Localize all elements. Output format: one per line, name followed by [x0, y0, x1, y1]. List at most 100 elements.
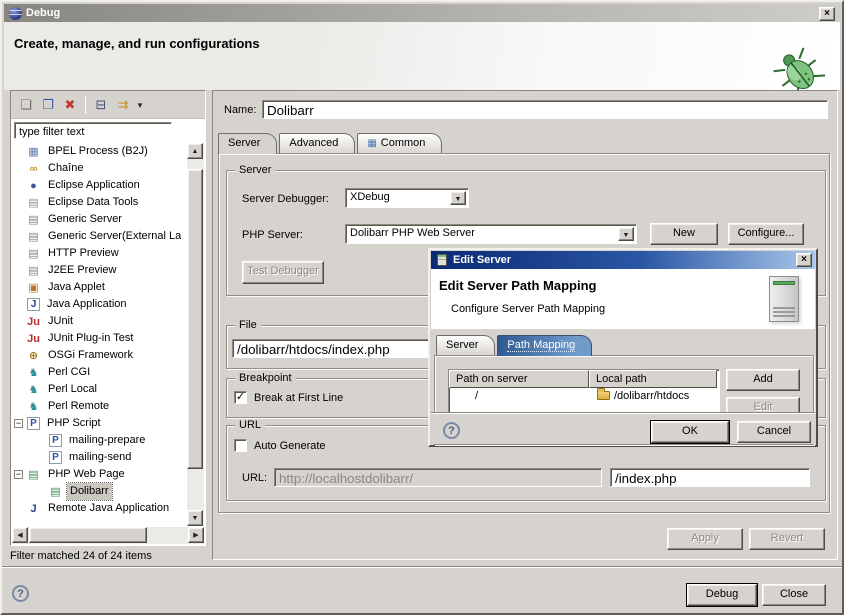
- php-server-combo[interactable]: Dolibarr PHP Web Server ▼: [345, 224, 637, 244]
- tree-item-label: mailing-prepare: [66, 432, 148, 449]
- tree-item-label: J2EE Preview: [45, 262, 119, 279]
- delete-config-icon[interactable]: ✖: [59, 95, 81, 115]
- footer-separator: [2, 566, 842, 568]
- edit-server-titlebar: Edit Server ×: [431, 251, 815, 269]
- horizontal-scroll-thumb[interactable]: [29, 527, 147, 543]
- tab-label: Server: [446, 339, 478, 351]
- window-close-button[interactable]: ×: [819, 7, 835, 21]
- test-debugger-button[interactable]: Test Debugger: [242, 261, 324, 284]
- tree-item[interactable]: ▤Generic Server: [12, 211, 188, 228]
- tree-item[interactable]: JJava Application: [12, 296, 188, 313]
- bpel-process-icon: ▦: [26, 145, 41, 159]
- server-icon: ▤: [26, 213, 41, 227]
- tab-advanced[interactable]: Advanced: [279, 133, 355, 153]
- tree-item[interactable]: ♞Perl Local: [12, 381, 188, 398]
- path-on-server-cell: /: [449, 388, 589, 405]
- binoculars-icon: ∞: [26, 162, 41, 176]
- tree-item[interactable]: ▤Dolibarr: [12, 483, 188, 500]
- tab-common[interactable]: ▦Common: [357, 133, 442, 153]
- tree-item[interactable]: −▤PHP Web Page: [12, 466, 188, 483]
- tree-item[interactable]: ▣Java Applet: [12, 279, 188, 296]
- base-url-input: [274, 468, 602, 487]
- chevron-down-icon[interactable]: ▼: [450, 191, 466, 205]
- help-icon[interactable]: ?: [12, 585, 29, 602]
- scroll-down-icon[interactable]: ▼: [187, 510, 203, 526]
- tree-item[interactable]: ▤Eclipse Data Tools: [12, 194, 188, 211]
- edit-server-banner: Edit Server Path Mapping Configure Serve…: [431, 269, 815, 330]
- add-mapping-button[interactable]: Add: [726, 369, 800, 391]
- server-icon: ▤: [26, 230, 41, 244]
- tree-item[interactable]: ♞Perl CGI: [12, 364, 188, 381]
- edit-server-title: Edit Server: [453, 251, 511, 269]
- tree-item[interactable]: ▤Generic Server(External La: [12, 228, 188, 245]
- close-button[interactable]: Close: [762, 584, 826, 606]
- tree-item[interactable]: ∞ Chaîne: [12, 160, 188, 177]
- tree-item[interactable]: ▦BPEL Process (B2J): [12, 143, 188, 160]
- tree-item-label: OSGi Framework: [45, 347, 136, 364]
- tab-path-mapping[interactable]: Path Mapping: [497, 335, 592, 356]
- tree-item-label: HTTP Preview: [45, 245, 122, 262]
- cancel-button[interactable]: Cancel: [737, 421, 811, 443]
- url-path-input[interactable]: [610, 468, 810, 487]
- server-debugger-combo[interactable]: XDebug ▼: [345, 188, 469, 208]
- duplicate-config-icon[interactable]: ❐: [37, 95, 59, 115]
- name-input[interactable]: [262, 100, 828, 119]
- tree-item[interactable]: ▤HTTP Preview: [12, 245, 188, 262]
- vertical-scroll-thumb[interactable]: [187, 169, 203, 469]
- debug-configurations-window: Debug × Create, manage, and run configur…: [0, 0, 844, 615]
- tree-item[interactable]: −PPHP Script: [12, 415, 188, 432]
- php-icon: P: [49, 434, 62, 447]
- edit-server-tabs: Server Path Mapping: [436, 335, 594, 356]
- tree-item[interactable]: JuJUnit Plug-in Test: [12, 330, 188, 347]
- tab-server[interactable]: Server: [218, 133, 277, 154]
- new-config-icon[interactable]: ❏: [15, 95, 37, 115]
- dialog-subheading: Configure Server Path Mapping: [451, 303, 605, 315]
- column-header[interactable]: Local path: [589, 370, 717, 388]
- tree-item[interactable]: JRemote Java Application: [12, 500, 188, 517]
- collapse-expander-icon[interactable]: −: [14, 470, 23, 479]
- server-icon: [437, 254, 447, 266]
- database-icon: ▤: [26, 196, 41, 210]
- collapse-all-icon[interactable]: ⊟: [90, 95, 112, 115]
- tree-item[interactable]: Pmailing-prepare: [12, 432, 188, 449]
- filter-configs-icon[interactable]: ⇉: [112, 95, 134, 115]
- scroll-right-icon[interactable]: ▶: [188, 527, 204, 543]
- break-first-line-checkbox[interactable]: ✓: [234, 391, 247, 404]
- tab-label: Path Mapping: [507, 339, 575, 352]
- tree-item[interactable]: ♞Perl Remote: [12, 398, 188, 415]
- tree-item[interactable]: ●Eclipse Application: [12, 177, 188, 194]
- apply-button[interactable]: Apply: [667, 528, 743, 550]
- php-server-value: Dolibarr PHP Web Server: [350, 227, 475, 239]
- dialog-help-icon[interactable]: ?: [443, 422, 460, 439]
- tab-server[interactable]: Server: [436, 335, 495, 355]
- ok-button[interactable]: OK: [651, 421, 729, 443]
- tab-label: Advanced: [289, 137, 338, 149]
- dialog-heading: Edit Server Path Mapping: [439, 278, 596, 293]
- tree-item[interactable]: JuJUnit: [12, 313, 188, 330]
- debug-button[interactable]: Debug: [687, 584, 757, 606]
- tree-item-label: JUnit: [45, 313, 76, 330]
- eclipse-app-icon: ●: [26, 179, 41, 193]
- php-icon: P: [27, 417, 40, 430]
- tree-item-label: Chaîne: [45, 160, 86, 177]
- revert-button[interactable]: Revert: [749, 528, 825, 550]
- scroll-left-icon[interactable]: ◀: [12, 527, 28, 543]
- server-green-icon: ▤: [48, 485, 63, 499]
- tree-item[interactable]: ⊕OSGi Framework: [12, 347, 188, 364]
- path-mapping-row[interactable]: //dolibarr/htdocs: [449, 388, 719, 405]
- tree-item[interactable]: ▤J2EE Preview: [12, 262, 188, 279]
- scroll-up-icon[interactable]: ▲: [187, 143, 203, 159]
- tree-vertical-scrollbar[interactable]: ▲ ▼: [187, 143, 204, 526]
- auto-generate-checkbox[interactable]: [234, 439, 247, 452]
- chevron-down-icon[interactable]: ▼: [618, 227, 634, 241]
- tree-item[interactable]: Pmailing-send: [12, 449, 188, 466]
- name-label: Name:: [224, 104, 256, 116]
- dialog-close-button[interactable]: ×: [796, 253, 812, 267]
- column-header[interactable]: Path on server: [449, 370, 589, 388]
- new-server-button[interactable]: New: [650, 223, 718, 245]
- collapse-expander-icon[interactable]: −: [14, 419, 23, 428]
- configure-server-button[interactable]: Configure...: [728, 223, 804, 245]
- menu-dropdown-icon[interactable]: ▾: [134, 95, 146, 115]
- tree-horizontal-scrollbar[interactable]: ◀ ▶: [12, 527, 204, 544]
- filter-input[interactable]: [14, 122, 172, 139]
